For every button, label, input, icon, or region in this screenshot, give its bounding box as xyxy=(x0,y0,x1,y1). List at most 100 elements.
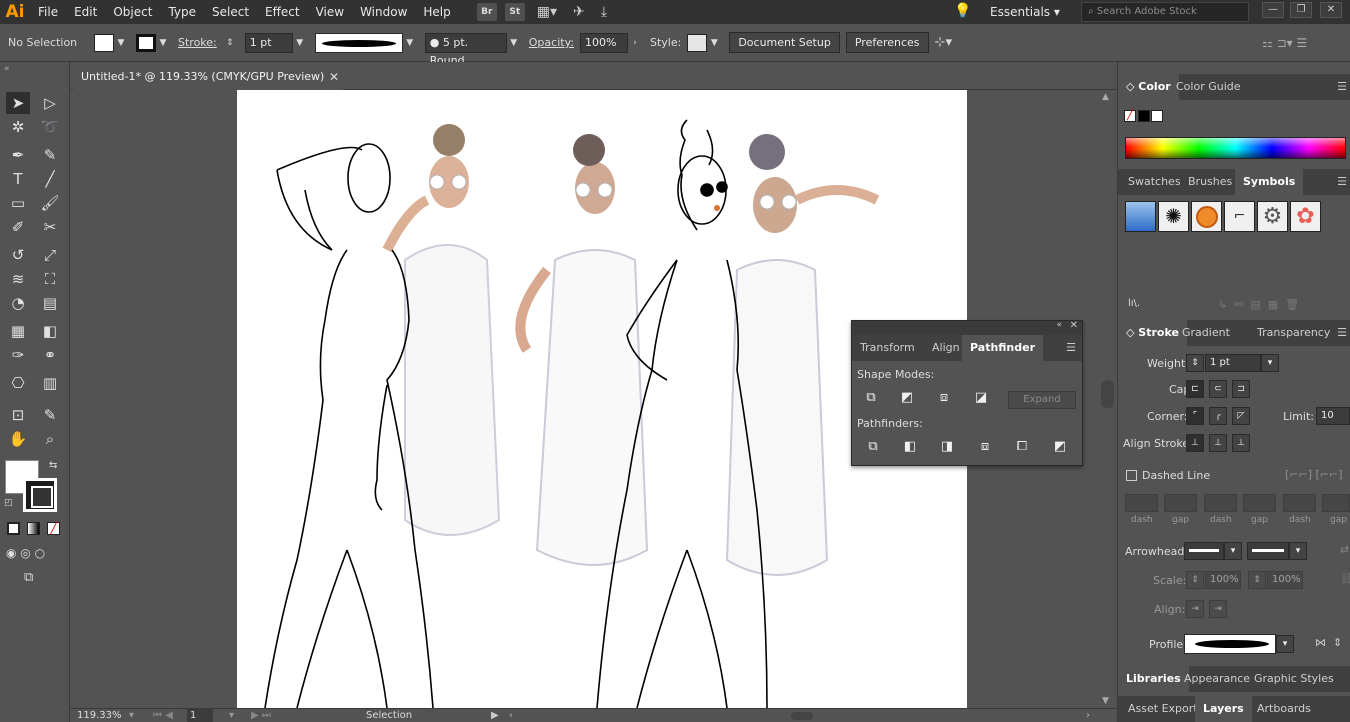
vertical-scrollbar[interactable]: ▲ ▼ xyxy=(1099,90,1116,708)
symbol-sprayer-icon[interactable]: ⎔ xyxy=(6,372,30,394)
tab-graphic-styles[interactable]: Graphic Styles xyxy=(1246,666,1342,692)
merge-icon[interactable]: ◨ xyxy=(936,437,958,457)
panel-menu-icon[interactable]: ☰ xyxy=(1337,175,1347,188)
gap-field[interactable] xyxy=(1243,494,1276,512)
stroke-weight-field[interactable]: 1 pt xyxy=(244,32,293,53)
perspective-grid-icon[interactable]: ▤ xyxy=(38,292,62,314)
brush-definition[interactable]: ● 5 pt. Round xyxy=(424,32,507,67)
transform-icon[interactable]: ⊹▾ xyxy=(935,35,952,50)
lightbulb-icon[interactable]: 💡 xyxy=(954,3,971,19)
restore-button[interactable]: ❐ xyxy=(1290,2,1312,18)
fill-swatch[interactable] xyxy=(94,33,114,52)
symbol-grunge[interactable]: ⌐ xyxy=(1224,201,1255,232)
gap-field[interactable] xyxy=(1164,494,1197,512)
stepper-icon[interactable]: ⇕ xyxy=(223,38,237,48)
stock-icon[interactable]: St xyxy=(504,3,525,21)
chevron-down-icon[interactable]: ▼ xyxy=(156,38,170,48)
projecting-cap-icon[interactable]: ⊐ xyxy=(1232,380,1250,398)
stroke-color-swatch[interactable] xyxy=(23,478,57,512)
tab-artboards[interactable]: Artboards xyxy=(1249,696,1319,722)
menu-effect[interactable]: Effect xyxy=(257,0,308,24)
exclude-icon[interactable]: ◪ xyxy=(970,388,992,408)
collapse-icon[interactable]: « xyxy=(1056,320,1062,330)
dash-field[interactable] xyxy=(1125,494,1158,512)
document-tab[interactable]: Untitled-1* @ 119.33% (CMYK/GPU Preview)… xyxy=(73,64,343,90)
weight-stepper-icon[interactable]: ⇕ xyxy=(1186,354,1204,372)
preferences-button[interactable]: Preferences xyxy=(845,32,929,53)
unite-icon[interactable]: ⧉ xyxy=(860,388,882,408)
scissors-icon[interactable]: ✂ xyxy=(38,216,62,238)
sync-icon[interactable]: ⤓ xyxy=(601,4,607,20)
chevron-down-icon[interactable]: ▾ xyxy=(1261,354,1279,372)
bridge-icon[interactable]: Br xyxy=(476,3,497,21)
none-swatch[interactable]: ╱ xyxy=(1124,110,1136,122)
menu-help[interactable]: Help xyxy=(415,0,458,24)
stroke-label[interactable]: Stroke: xyxy=(178,36,217,49)
crop-icon[interactable]: ⧈ xyxy=(974,437,996,457)
screen-mode-icon[interactable]: ⧉ xyxy=(24,570,33,585)
bevel-join-icon[interactable]: ◸ xyxy=(1232,407,1250,425)
align-center-icon[interactable]: ⊥ xyxy=(1186,434,1204,452)
menu-file[interactable]: File xyxy=(30,0,66,24)
default-colors-icon[interactable]: ◰ xyxy=(4,498,13,508)
slice-tool-icon[interactable]: ✎ xyxy=(38,404,62,426)
extend-arrow-icon[interactable]: ⇥ xyxy=(1186,600,1204,618)
color-mode-icon[interactable] xyxy=(7,522,20,535)
arrange-documents-icon[interactable]: ▦▾ xyxy=(537,4,557,20)
pathfinder-panel-header[interactable]: « ✕ xyxy=(852,320,1082,335)
close-icon[interactable]: ✕ xyxy=(329,64,339,90)
tab-transform[interactable]: Transform xyxy=(852,335,923,361)
scrollbar-thumb[interactable] xyxy=(1101,380,1114,408)
mesh-tool-icon[interactable]: ▦ xyxy=(6,320,30,342)
outline-icon[interactable]: ⧠ xyxy=(1011,437,1033,457)
close-icon[interactable]: ✕ xyxy=(1070,320,1078,331)
butt-cap-icon[interactable]: ⊏ xyxy=(1186,380,1204,398)
symbol-wreath[interactable]: ⚙ xyxy=(1257,201,1288,232)
gradient-tool-icon[interactable]: ◧ xyxy=(38,320,62,342)
miter-join-icon[interactable]: ⌜ xyxy=(1186,407,1204,425)
chevron-down-icon[interactable]: ▾ xyxy=(1224,542,1242,560)
gap-field[interactable] xyxy=(1322,494,1350,512)
search-stock-input[interactable]: ⌕ Search Adobe Stock xyxy=(1081,2,1249,22)
tab-swatches[interactable]: Swatches xyxy=(1120,169,1189,195)
symbol-libraries-icon[interactable]: lı\. xyxy=(1128,298,1140,309)
menu-view[interactable]: View xyxy=(308,0,352,24)
tab-color-guide[interactable]: Color Guide xyxy=(1168,74,1249,100)
panel-menu-icon[interactable]: ☰ xyxy=(1066,341,1076,354)
align-outside-icon[interactable]: ⊥ xyxy=(1232,434,1250,452)
panel-menu-icon[interactable]: ☰ xyxy=(1337,80,1347,93)
menu-type[interactable]: Type xyxy=(160,0,204,24)
column-graph-icon[interactable]: ▥ xyxy=(38,372,62,394)
selection-tool-icon[interactable]: ➤ xyxy=(6,92,30,114)
symbol-blue-banner[interactable] xyxy=(1125,201,1156,232)
tab-brushes[interactable]: Brushes xyxy=(1180,169,1240,195)
hscroll-thumb[interactable] xyxy=(791,712,813,720)
scroll-left-icon[interactable]: ‹ xyxy=(509,709,513,722)
document-setup-button[interactable]: Document Setup xyxy=(729,32,840,53)
collapse-icon[interactable]: « xyxy=(4,64,10,74)
chevron-down-icon[interactable]: ▼ xyxy=(507,38,521,48)
tab-asset-export[interactable]: Asset Export xyxy=(1120,696,1206,722)
color-spectrum[interactable] xyxy=(1125,137,1346,159)
stroke-swatch[interactable] xyxy=(136,33,156,52)
swap-arrowheads-icon[interactable]: ⇄ xyxy=(1340,543,1349,556)
chevron-down-icon[interactable]: ▼ xyxy=(293,38,307,48)
symbol-orange-circle[interactable] xyxy=(1191,201,1222,232)
start-arrowhead-select[interactable] xyxy=(1184,542,1224,560)
direct-selection-tool-icon[interactable]: ▷ xyxy=(38,92,62,114)
drawing-modes-icon[interactable]: ◉ ◎ ○ xyxy=(6,546,45,560)
dash-field[interactable] xyxy=(1283,494,1316,512)
scroll-right-icon[interactable]: › xyxy=(1086,709,1090,722)
chevron-down-icon[interactable]: ▼ xyxy=(114,38,128,48)
zoom-tool-icon[interactable]: ⌕ xyxy=(38,428,62,450)
rotate-tool-icon[interactable]: ↺ xyxy=(6,244,30,266)
graphic-style-swatch[interactable] xyxy=(687,33,708,52)
shaper-tool-icon[interactable]: ✐ xyxy=(6,216,30,238)
gpu-performance-icon[interactable]: ✈ xyxy=(573,4,585,20)
scroll-up-icon[interactable]: ▲ xyxy=(1102,92,1109,102)
flip-along-icon[interactable]: ⋈ ⇕ xyxy=(1315,636,1342,649)
none-mode-icon[interactable]: ╱ xyxy=(47,522,60,535)
dash-field[interactable] xyxy=(1204,494,1237,512)
panel-menu-icon[interactable]: ☰ xyxy=(1337,326,1347,339)
scroll-down-icon[interactable]: ▼ xyxy=(1102,696,1109,706)
